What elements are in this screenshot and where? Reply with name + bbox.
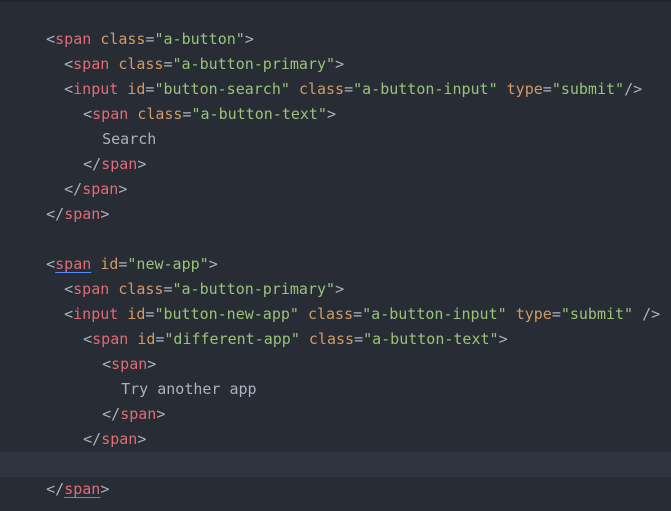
code-line-8[interactable]: </span> — [0, 177, 671, 223]
code-line-11[interactable]: <span class="a-button-primary"> — [0, 252, 671, 298]
token: </ — [46, 480, 65, 498]
code-line-3[interactable]: <input id="button-search" class="a-butto… — [0, 52, 671, 98]
token: > — [100, 480, 110, 498]
code-line-2[interactable]: <span class="a-button-primary"> — [0, 27, 671, 73]
code-line-14[interactable]: <span> — [0, 327, 671, 373]
code-line-7[interactable]: </span> — [0, 152, 671, 198]
code-line-4[interactable]: <span class="a-button-text"> — [0, 77, 671, 123]
code-line-10[interactable]: <span id="new-app"> — [0, 227, 671, 273]
code-editor[interactable]: <span class="a-button"> <span class="a-b… — [0, 0, 671, 511]
code-line-12[interactable]: <input id="button-new-app" class="a-butt… — [0, 277, 671, 323]
code-line-19-active[interactable]: </span> — [0, 452, 671, 498]
code-line-6[interactable]: </span> — [0, 127, 671, 173]
code-line-17[interactable]: </span> — [0, 402, 671, 448]
code-line-9[interactable] — [0, 202, 671, 227]
code-line-1[interactable]: <span class="a-button"> — [0, 2, 671, 48]
code-line-18[interactable]: </span> — [0, 427, 671, 473]
code-line-5[interactable]: Search — [0, 102, 671, 148]
code-line-15[interactable]: Try another app — [0, 352, 671, 398]
matched-tag-token: span — [64, 480, 101, 498]
code-line-13[interactable]: <span id="different-app" class="a-button… — [0, 302, 671, 348]
code-line-16[interactable]: </span> — [0, 377, 671, 423]
